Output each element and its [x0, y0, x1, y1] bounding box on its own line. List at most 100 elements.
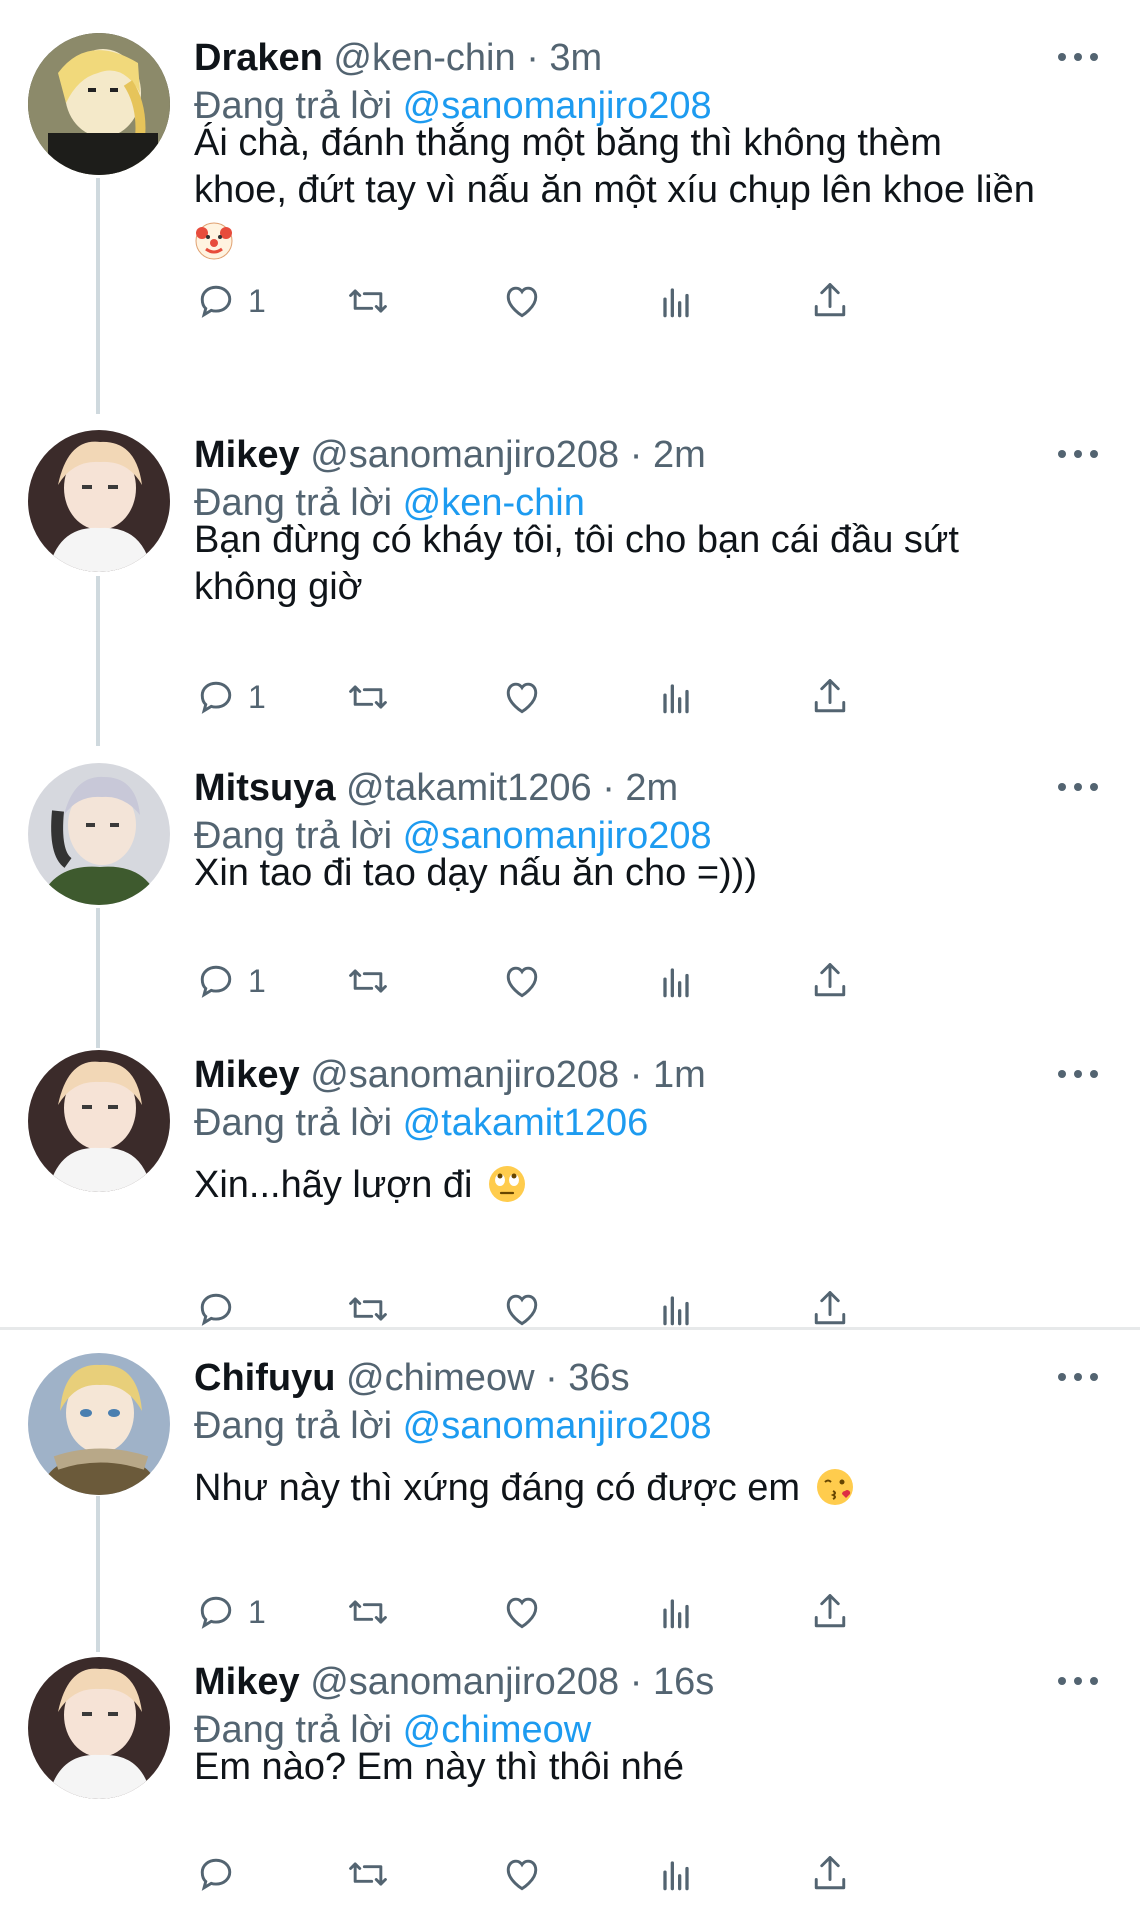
author-handle[interactable]: @chimeow: [346, 1357, 535, 1399]
heart-icon: [506, 1294, 538, 1326]
share-icon: [814, 283, 846, 317]
tweet-text-line: Xin tao đi tao dạy nấu ăn cho =))): [194, 852, 757, 894]
more-icon[interactable]: [1058, 1369, 1102, 1389]
author-handle[interactable]: @takamit1206: [346, 767, 592, 809]
retweet-icon: [349, 969, 387, 993]
share-button[interactable]: [808, 672, 852, 722]
separator: ·: [629, 434, 643, 476]
avatar[interactable]: [28, 1050, 170, 1192]
avatar[interactable]: [28, 1353, 170, 1495]
more-icon[interactable]: [1058, 49, 1102, 69]
retweet-button[interactable]: [346, 956, 390, 1006]
timestamp[interactable]: 1m: [653, 1054, 706, 1096]
analytics-icon: [663, 1861, 689, 1891]
reply-icon: [200, 1293, 232, 1326]
tweet-header: Draken @ken-chin · 3m: [194, 33, 602, 83]
author-handle[interactable]: @sanomanjiro208: [310, 1661, 619, 1703]
tweet-text-line: Như này thì xứng đáng có được em: [194, 1467, 801, 1509]
thread-divider: [0, 1327, 1140, 1330]
tweet-header: Mikey @sanomanjiro208 · 16s: [194, 1657, 714, 1707]
tweet-header: Mikey @sanomanjiro208 · 1m: [194, 1050, 706, 1100]
more-icon[interactable]: [1058, 446, 1102, 466]
retweet-icon: [349, 685, 387, 709]
heart-icon: [506, 682, 538, 714]
timestamp[interactable]: 36s: [568, 1357, 629, 1399]
separator: ·: [602, 767, 615, 809]
retweet-icon: [349, 1600, 387, 1624]
like-button[interactable]: [500, 1849, 544, 1899]
kissing-face-emoji: [816, 1468, 853, 1505]
analytics-button[interactable]: [654, 1587, 698, 1637]
share-button[interactable]: [808, 1587, 852, 1637]
tweet-header: Mitsuya @takamit1206 · 2m: [194, 763, 678, 813]
reply-count: 1: [248, 678, 266, 715]
retweet-button[interactable]: [346, 672, 390, 722]
author-name[interactable]: Chifuyu: [194, 1357, 335, 1399]
reply-count: 1: [248, 962, 266, 999]
analytics-button[interactable]: [654, 1849, 698, 1899]
author-name[interactable]: Mitsuya: [194, 767, 335, 809]
tweet-text-line: không giờ: [194, 566, 363, 608]
replying-to: Đang trả lời @sanomanjiro208: [194, 1401, 712, 1451]
author-handle[interactable]: @sanomanjiro208: [310, 434, 619, 476]
retweet-icon: [349, 1862, 387, 1886]
reply-button[interactable]: [194, 1849, 248, 1899]
share-button[interactable]: [808, 1849, 852, 1899]
reply-button[interactable]: 1: [194, 1587, 266, 1637]
tweet-header: Chifuyu @chimeow · 36s: [194, 1353, 630, 1403]
retweet-button[interactable]: [346, 1849, 390, 1899]
analytics-button[interactable]: [654, 276, 698, 326]
mention-link[interactable]: @takamit1206: [403, 1102, 649, 1144]
like-button[interactable]: [500, 1587, 544, 1637]
retweet-button[interactable]: [346, 276, 390, 326]
author-handle[interactable]: @sanomanjiro208: [310, 1054, 619, 1096]
author-name[interactable]: Mikey: [194, 1661, 300, 1703]
analytics-icon: [663, 684, 689, 714]
mention-link[interactable]: @sanomanjiro208: [403, 1405, 712, 1447]
like-button[interactable]: [500, 956, 544, 1006]
replying-to: Đang trả lời @takamit1206: [194, 1098, 648, 1148]
reply-icon: [200, 965, 232, 998]
author-name[interactable]: Mikey: [194, 1054, 300, 1096]
more-icon[interactable]: [1058, 1066, 1102, 1086]
thread-line: [96, 576, 100, 746]
reply-count: 1: [248, 1593, 266, 1630]
author-handle[interactable]: @ken-chin: [333, 37, 515, 79]
separator: ·: [629, 1054, 643, 1096]
share-button[interactable]: [808, 276, 852, 326]
like-button[interactable]: [500, 672, 544, 722]
mikey-avatar: [28, 1050, 170, 1192]
reply-icon: [200, 1596, 232, 1629]
tweet-text-line: Ái chà, đánh thắng một băng thì không th…: [194, 122, 942, 164]
mikey-avatar: [28, 1657, 170, 1799]
share-button[interactable]: [808, 956, 852, 1006]
action-bar: [194, 1849, 1034, 1899]
timestamp[interactable]: 3m: [549, 37, 602, 79]
reply-button[interactable]: 1: [194, 956, 266, 1006]
reply-button[interactable]: 1: [194, 276, 266, 326]
more-icon[interactable]: [1058, 1673, 1102, 1693]
action-bar: 1: [194, 956, 1034, 1006]
draken-avatar: [28, 33, 170, 175]
timestamp[interactable]: 2m: [625, 767, 678, 809]
timestamp[interactable]: 2m: [653, 434, 706, 476]
retweet-button[interactable]: [346, 1587, 390, 1637]
reply-icon: [200, 681, 232, 714]
tweet-text-line: Bạn đừng có kháy tôi, tôi cho bạn cái đầ…: [194, 519, 959, 561]
author-name[interactable]: Draken: [194, 37, 323, 79]
analytics-button[interactable]: [654, 672, 698, 722]
chifuyu-avatar: [28, 1353, 170, 1495]
avatar[interactable]: [28, 430, 170, 572]
avatar[interactable]: [28, 33, 170, 175]
replying-to-label: Đang trả lời: [194, 1405, 393, 1447]
avatar[interactable]: [28, 763, 170, 905]
separator: ·: [526, 37, 539, 79]
author-name[interactable]: Mikey: [194, 434, 300, 476]
replying-to-label: Đang trả lời: [194, 1102, 393, 1144]
analytics-button[interactable]: [654, 956, 698, 1006]
timestamp[interactable]: 16s: [653, 1661, 714, 1703]
like-button[interactable]: [500, 276, 544, 326]
reply-button[interactable]: 1: [194, 672, 266, 722]
avatar[interactable]: [28, 1657, 170, 1799]
more-icon[interactable]: [1058, 779, 1102, 799]
